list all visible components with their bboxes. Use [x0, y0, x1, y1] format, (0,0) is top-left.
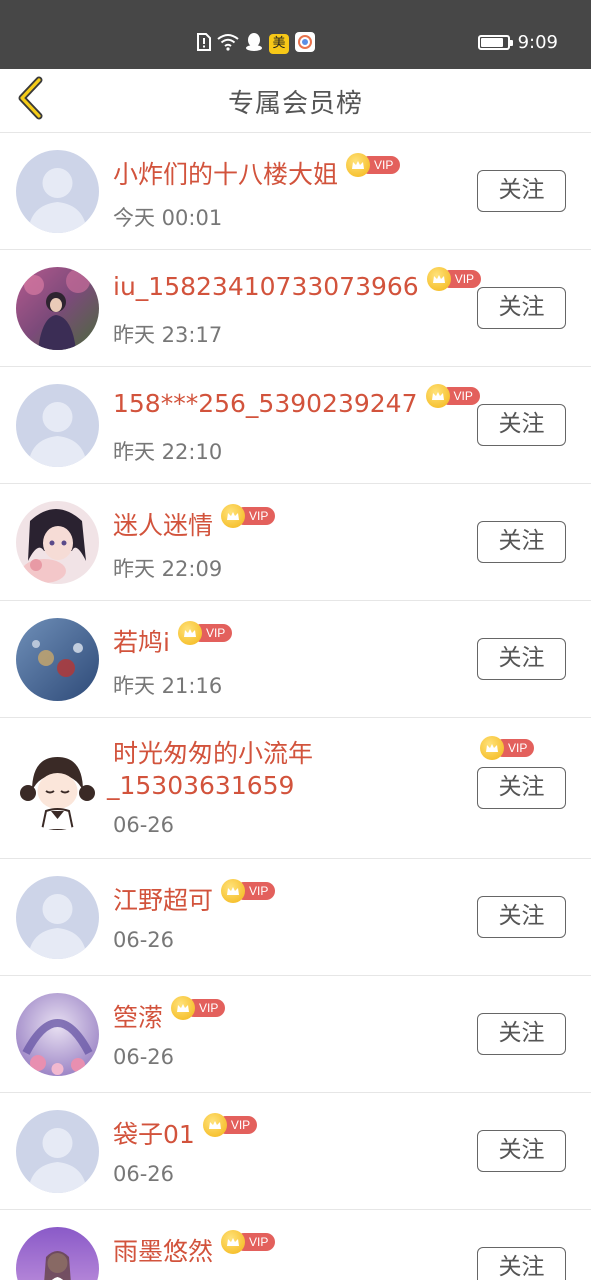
crown-icon — [202, 1113, 227, 1137]
avatar[interactable] — [16, 747, 99, 830]
follow-button[interactable]: 关注 — [477, 1247, 566, 1280]
list-item[interactable]: 小炸们的十八楼大姐 VIP 今天 00:01 关注 — [0, 133, 591, 250]
member-name-line1: 时光匆匆的小流年 — [113, 739, 314, 768]
member-time: 昨天 22:09 — [113, 557, 223, 581]
name-wrap: 若鸠i VIP — [113, 621, 233, 659]
crown-icon — [221, 504, 246, 528]
name-wrap: iu_15823410733073966 VIP — [113, 266, 482, 301]
avatar[interactable] — [16, 384, 99, 467]
member-time: 06-26 — [113, 1045, 175, 1069]
follow-button[interactable]: 关注 — [477, 404, 566, 446]
member-name: 箜潆 — [113, 1003, 164, 1032]
member-name-line2: _15303631659 — [107, 771, 295, 800]
list-item[interactable]: 158***256_5390239247 VIP 昨天 22:10 关注 — [0, 367, 591, 484]
member-time: 昨天 21:16 — [113, 674, 223, 698]
follow-button[interactable]: 关注 — [477, 287, 566, 329]
wifi-icon — [217, 33, 239, 55]
member-name: iu_15823410733073966 — [113, 272, 419, 301]
member-name: 小炸们的十八楼大姐 — [113, 160, 339, 189]
vip-badge: VIP — [221, 879, 276, 903]
avatar[interactable] — [16, 1227, 99, 1280]
member-name: 迷人迷情 — [113, 511, 214, 540]
vip-badge: VIP — [425, 383, 480, 408]
member-name: 雨墨悠然 — [113, 1237, 214, 1266]
follow-button[interactable]: 关注 — [477, 896, 566, 938]
crown-icon — [426, 266, 451, 291]
list-item[interactable]: 若鸠i VIP 昨天 21:16 关注 — [0, 601, 591, 718]
crown-icon — [177, 621, 202, 645]
vip-badge: VIP — [221, 1230, 276, 1254]
follow-button[interactable]: 关注 — [477, 170, 566, 212]
name-wrap: 箜潆 VIP — [113, 996, 226, 1034]
follow-button[interactable]: 关注 — [477, 1130, 566, 1172]
vip-badge: VIP — [202, 1113, 258, 1137]
follow-button[interactable]: 关注 — [477, 638, 566, 680]
member-time: 06-26 — [113, 928, 175, 952]
vip-badge: VIP — [426, 266, 482, 291]
list-item[interactable]: 时光匆匆的小流年 _15303631659 VIP 06-26 关注 — [0, 718, 591, 859]
crown-icon — [480, 736, 504, 760]
name-wrap: 江野超可 VIP — [113, 879, 276, 917]
list-item[interactable]: iu_15823410733073966 VIP 昨天 23:17 关注 — [0, 250, 591, 367]
member-time: 06-26 — [113, 1162, 175, 1186]
status-bar: 美 9:09 — [0, 0, 591, 69]
member-time: 今天 00:01 — [113, 206, 223, 230]
sim-alert-icon — [197, 33, 211, 55]
name-wrap: 袋子01 VIP — [113, 1113, 258, 1151]
header: 专属会员榜 — [0, 69, 591, 133]
crown-icon — [425, 383, 450, 408]
avatar[interactable] — [16, 876, 99, 959]
crown-icon — [171, 996, 196, 1020]
list-item[interactable]: 迷人迷情 VIP 昨天 22:09 关注 — [0, 484, 591, 601]
name-wrap: 迷人迷情 VIP — [113, 504, 276, 542]
vip-badge: VIP — [171, 996, 226, 1020]
vip-badge: VIP — [177, 621, 233, 645]
list-item[interactable]: 江野超可 VIP 06-26 关注 — [0, 859, 591, 976]
name-wrap: 158***256_5390239247 VIP — [113, 383, 480, 418]
status-time: 9:09 — [517, 32, 558, 53]
member-list: 小炸们的十八楼大姐 VIP 今天 00:01 关注 iu_15823410733… — [0, 133, 591, 1280]
list-item[interactable]: 箜潆 VIP 06-26 关注 — [0, 976, 591, 1093]
battery-icon — [477, 35, 513, 50]
avatar[interactable] — [16, 150, 99, 233]
member-time: 昨天 23:17 — [113, 323, 223, 347]
member-time: 昨天 22:10 — [113, 440, 223, 464]
crown-icon — [221, 879, 246, 903]
avatar[interactable] — [16, 267, 99, 350]
vip-badge: VIP — [480, 736, 535, 760]
list-item[interactable]: 袋子01 VIP 06-26 关注 — [0, 1093, 591, 1210]
vip-badge: VIP — [221, 504, 276, 528]
crown-icon — [346, 153, 371, 177]
name-wrap: 小炸们的十八楼大姐 VIP — [113, 153, 401, 191]
list-item[interactable]: 雨墨悠然 VIP 06-26 关注 — [0, 1210, 591, 1280]
page-title: 专属会员榜 — [227, 89, 363, 119]
follow-button[interactable]: 关注 — [477, 767, 566, 809]
meituan-icon: 美 — [269, 34, 289, 54]
member-name: 时光匆匆的小流年 _15303631659 — [107, 738, 313, 802]
member-name: 袋子01 — [113, 1120, 195, 1149]
qq-icon — [245, 32, 263, 56]
avatar[interactable] — [16, 1110, 99, 1193]
follow-button[interactable]: 关注 — [477, 1013, 566, 1055]
avatar[interactable] — [16, 993, 99, 1076]
browser-icon — [295, 32, 315, 56]
name-wrap: 雨墨悠然 VIP — [113, 1230, 276, 1268]
status-icons: 美 — [197, 32, 315, 56]
member-name: 江野超可 — [113, 886, 214, 915]
status-right: 9:09 — [477, 32, 558, 53]
avatar[interactable] — [16, 618, 99, 701]
member-time: 06-26 — [113, 813, 175, 837]
vip-badge: VIP — [346, 153, 401, 177]
crown-icon — [221, 1230, 246, 1254]
avatar[interactable] — [16, 501, 99, 584]
member-name: 158***256_5390239247 — [113, 389, 418, 418]
member-name: 若鸠i — [113, 628, 170, 657]
follow-button[interactable]: 关注 — [477, 521, 566, 563]
